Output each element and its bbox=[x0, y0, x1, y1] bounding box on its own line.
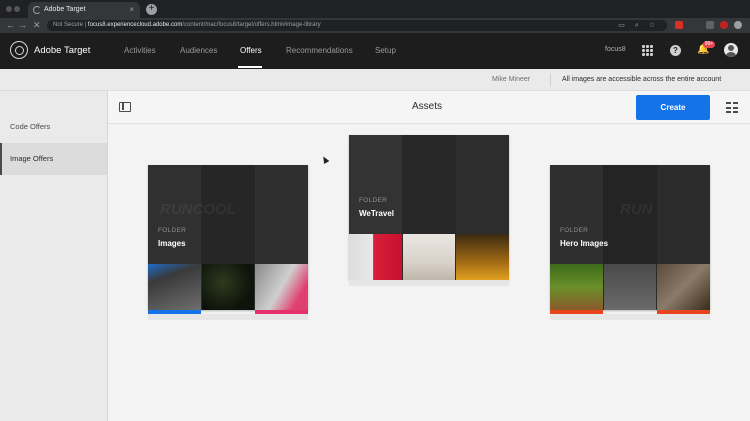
info-divider bbox=[550, 73, 551, 87]
page-title: Assets bbox=[412, 101, 443, 112]
thumbnail-image bbox=[349, 234, 402, 280]
app-name[interactable]: Adobe Target bbox=[34, 45, 90, 56]
omnibox-action-icons[interactable]: ▭ ⌕ ☆ bbox=[618, 20, 659, 31]
folder-thumbnails bbox=[550, 264, 711, 310]
nav-offers[interactable]: Offers bbox=[240, 46, 262, 55]
nav-setup[interactable]: Setup bbox=[375, 46, 396, 55]
notification-count-badge: 99+ bbox=[703, 41, 715, 48]
sidebar-item-code-offers[interactable]: Code Offers bbox=[0, 111, 107, 143]
folder-thumbnails bbox=[148, 264, 309, 310]
folder-cover: RUNCOOL bbox=[148, 165, 308, 264]
thumbnail-image bbox=[456, 234, 510, 280]
thumbnail-image bbox=[255, 264, 309, 310]
folder-card-footer bbox=[550, 314, 710, 320]
thumbnail-image bbox=[657, 264, 711, 310]
thumbnail-image bbox=[148, 264, 201, 310]
thumbnail-image bbox=[402, 234, 456, 280]
view-switcher-icon[interactable] bbox=[726, 102, 738, 114]
folder-card-footer bbox=[349, 280, 509, 286]
folder-cover bbox=[349, 135, 509, 234]
nav-recommendations[interactable]: Recommendations bbox=[286, 46, 353, 55]
user-name: Mike Mineer bbox=[492, 76, 531, 83]
toggle-rail-icon[interactable] bbox=[119, 102, 131, 112]
app-switcher-icon[interactable] bbox=[642, 45, 653, 56]
loading-icon bbox=[33, 6, 41, 14]
url-host: focus8.experiencecloud.adobe.com bbox=[87, 22, 183, 28]
app-header: Adobe Target Activities Audiences Offers… bbox=[0, 33, 750, 69]
nav-active-indicator bbox=[238, 66, 262, 68]
window-minimize-dot[interactable] bbox=[14, 6, 20, 12]
browser-tab-strip: Adobe Target × + bbox=[0, 0, 750, 18]
access-note: All images are accessible across the ent… bbox=[562, 76, 722, 83]
stop-loading-icon[interactable]: ✕ bbox=[33, 20, 41, 31]
extension-icon[interactable] bbox=[675, 21, 683, 29]
help-icon[interactable]: ? bbox=[670, 45, 681, 56]
url-path: /content/mac/focus8/target/offers.html#i… bbox=[182, 22, 321, 28]
extension-icon[interactable] bbox=[706, 21, 714, 29]
folder-card-images[interactable]: RUNCOOL FOLDER Images bbox=[148, 165, 309, 320]
folder-kind-label: FOLDER bbox=[158, 227, 187, 234]
adobe-target-logo-icon[interactable] bbox=[10, 41, 28, 59]
profile-icon[interactable] bbox=[734, 21, 742, 29]
tab-close-icon[interactable]: × bbox=[129, 2, 134, 18]
extension-icon[interactable] bbox=[720, 21, 728, 29]
forward-icon[interactable]: → bbox=[18, 20, 27, 31]
folder-card-footer bbox=[148, 314, 308, 320]
folder-ghost-text: RUN bbox=[620, 201, 653, 218]
nav-activities[interactable]: Activities bbox=[124, 46, 156, 55]
assets-header: Assets Create bbox=[108, 91, 750, 124]
nav-audiences[interactable]: Audiences bbox=[180, 46, 217, 55]
new-tab-button[interactable]: + bbox=[146, 4, 157, 15]
folder-card-hero-images[interactable]: RUN FOLDER Hero Images bbox=[550, 165, 711, 320]
thumbnail-image bbox=[201, 264, 255, 310]
thumbnail-image bbox=[603, 264, 657, 310]
create-button[interactable]: Create bbox=[636, 95, 710, 120]
security-label: Not Secure bbox=[53, 22, 84, 28]
folder-thumbnails bbox=[349, 234, 510, 280]
folder-name: WeTravel bbox=[359, 209, 394, 218]
folder-name: Images bbox=[158, 239, 186, 248]
thumbnail-image bbox=[550, 264, 603, 310]
address-bar[interactable]: Not Secure | focus8.experiencecloud.adob… bbox=[47, 20, 667, 31]
back-icon[interactable]: ← bbox=[6, 20, 15, 31]
folder-kind-label: FOLDER bbox=[560, 227, 589, 234]
folder-name: Hero Images bbox=[560, 239, 609, 248]
folder-card-wetravel[interactable]: FOLDER WeTravel bbox=[349, 135, 510, 286]
sidebar-item-image-offers[interactable]: Image Offers bbox=[0, 143, 107, 175]
browser-toolbar: ← → ✕ Not Secure | focus8.experienceclou… bbox=[0, 18, 750, 33]
folder-cover: RUN bbox=[550, 165, 710, 264]
user-avatar[interactable] bbox=[724, 43, 738, 57]
offers-sidebar: Code Offers Image Offers bbox=[0, 91, 108, 421]
folder-kind-label: FOLDER bbox=[359, 197, 388, 204]
info-bar: Mike Mineer All images are accessible ac… bbox=[0, 69, 750, 91]
window-close-dot[interactable] bbox=[6, 6, 12, 12]
folder-ghost-text: RUNCOOL bbox=[160, 201, 236, 218]
tab-title: Adobe Target bbox=[44, 6, 86, 13]
browser-tab[interactable]: Adobe Target × bbox=[28, 2, 140, 18]
workspace-switcher[interactable]: focus8 bbox=[605, 46, 626, 53]
